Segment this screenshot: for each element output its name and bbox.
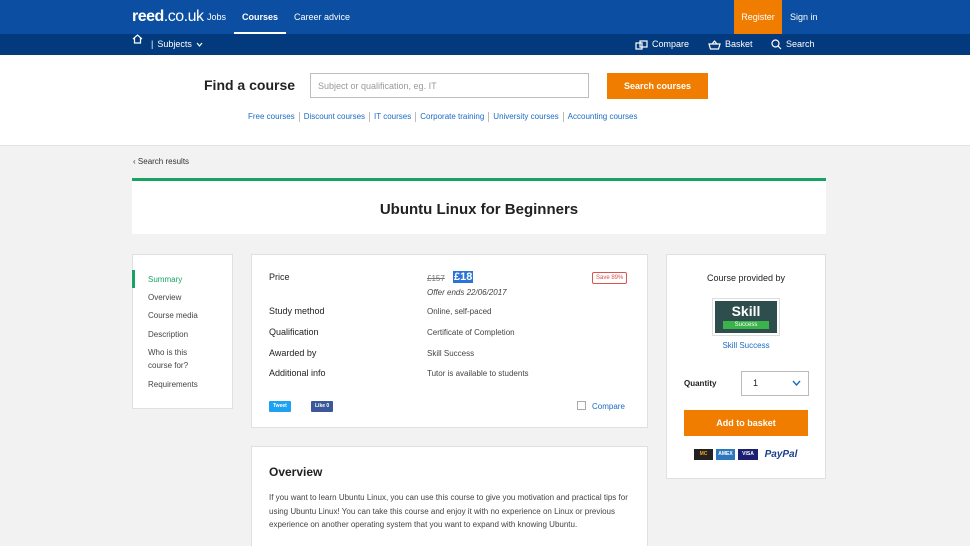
price-label: Price — [269, 272, 290, 282]
overview-text: If you want to learn Ubuntu Linux, you c… — [269, 493, 628, 529]
additional-info-label: Additional info — [269, 368, 326, 378]
active-indicator — [132, 270, 135, 288]
page-title: Ubuntu Linux for Beginners — [379, 201, 579, 218]
sub-bar: | Subjects Compare Basket Search — [0, 34, 970, 55]
quick-links: Free courses Discount courses IT courses… — [248, 112, 641, 122]
quick-link-discount[interactable]: Discount courses — [298, 112, 369, 122]
course-details-card: Price £157 £18 Offer ends 22/06/2017 Sav… — [251, 254, 648, 428]
qualification-value: Certificate of Completion — [427, 328, 515, 337]
basket-label: Basket — [725, 39, 753, 49]
subjects-label: Subjects — [157, 39, 192, 49]
offer-ends: Offer ends 22/06/2017 — [427, 288, 507, 297]
subjects-menu[interactable]: | Subjects — [151, 34, 203, 55]
nav-requirements[interactable]: Requirements — [148, 378, 228, 391]
quick-link-accounting[interactable]: Accounting courses — [562, 112, 642, 122]
provider-logo[interactable]: Skill Success — [712, 298, 780, 336]
mastercard-icon: MC — [694, 449, 713, 460]
quick-link-corporate[interactable]: Corporate training — [415, 112, 488, 122]
chevron-left-icon: ‹ — [133, 157, 136, 166]
sign-in-link[interactable]: Sign in — [790, 0, 818, 34]
quantity-value: 1 — [753, 378, 759, 388]
search-band: Find a course Search courses Free course… — [0, 55, 970, 146]
nav-summary[interactable]: Summary — [148, 273, 228, 286]
logo-main: Skill — [731, 303, 761, 319]
tweet-button[interactable]: Tweet — [269, 401, 291, 412]
search-label: Search — [786, 39, 815, 49]
search-courses-button[interactable]: Search courses — [607, 73, 708, 99]
top-bar: reed.co.uk Jobs Courses Career advice Re… — [0, 0, 970, 34]
chevron-down-icon — [792, 380, 801, 386]
search-link[interactable]: Search — [771, 34, 815, 55]
quantity-select[interactable]: 1 — [741, 371, 809, 396]
search-icon — [771, 39, 782, 50]
basket-link[interactable]: Basket — [708, 34, 753, 55]
search-input[interactable] — [310, 73, 589, 98]
compare-icon — [635, 39, 648, 50]
paypal-icon: PayPal — [764, 449, 798, 460]
study-method-label: Study method — [269, 306, 325, 316]
register-button[interactable]: Register — [734, 0, 782, 34]
compare-checkbox[interactable] — [577, 401, 586, 410]
logo-sub: Success — [723, 321, 769, 329]
quantity-label: Quantity — [684, 379, 717, 388]
basket-icon — [708, 39, 721, 50]
nav-course-media[interactable]: Course media — [148, 309, 228, 322]
section-nav: Summary Overview Course media Descriptio… — [132, 254, 233, 409]
compare-label: Compare — [652, 39, 690, 49]
quick-link-free[interactable]: Free courses — [248, 112, 299, 122]
save-badge: Save 89% — [592, 272, 628, 284]
nav-career-advice[interactable]: Career advice — [294, 0, 350, 34]
divider: | — [151, 39, 154, 49]
logo-text: reed — [132, 8, 164, 25]
course-title-card: Ubuntu Linux for Beginners — [132, 178, 826, 234]
quick-link-it[interactable]: IT courses — [369, 112, 415, 122]
facebook-like-button[interactable]: Like 0 — [311, 401, 334, 412]
study-method-value: Online, self-paced — [427, 307, 492, 316]
awarded-by-label: Awarded by — [269, 348, 317, 358]
overview-heading: Overview — [269, 465, 323, 479]
nav-courses[interactable]: Courses — [233, 0, 287, 34]
new-price: £18 — [453, 271, 474, 283]
skill-success-logo: Skill Success — [715, 301, 777, 333]
compare-link[interactable]: Compare — [635, 34, 689, 55]
nav-overview[interactable]: Overview — [148, 291, 228, 304]
provider-card: Course provided by Skill Success Skill S… — [666, 254, 826, 479]
add-to-basket-button[interactable]: Add to basket — [684, 410, 808, 436]
quick-link-university[interactable]: University courses — [488, 112, 562, 122]
old-price: £157 — [427, 274, 445, 283]
provider-heading: Course provided by — [706, 273, 786, 283]
amex-icon: AMEX — [716, 449, 735, 460]
logo-suffix: .co.uk — [163, 8, 204, 25]
home-icon[interactable] — [132, 34, 143, 44]
nav-jobs[interactable]: Jobs — [207, 0, 226, 34]
nav-who-for[interactable]: Who is this course for? — [148, 346, 208, 372]
overview-card: Overview If you want to learn Ubuntu Lin… — [251, 446, 648, 546]
reed-logo[interactable]: reed.co.uk — [132, 8, 204, 26]
awarded-by-value: Skill Success — [427, 349, 475, 358]
find-course-label: Find a course — [204, 77, 296, 93]
breadcrumb[interactable]: ‹ Search results — [133, 157, 189, 166]
nav-description[interactable]: Description — [148, 328, 228, 341]
compare-label[interactable]: Compare — [592, 402, 625, 411]
visa-icon: VISA — [738, 449, 758, 460]
additional-info-value: Tutor is available to students — [427, 369, 529, 378]
qualification-label: Qualification — [269, 327, 319, 337]
breadcrumb-label: Search results — [137, 157, 190, 166]
chevron-down-icon — [196, 42, 203, 47]
provider-name-link[interactable]: Skill Success — [667, 341, 825, 350]
